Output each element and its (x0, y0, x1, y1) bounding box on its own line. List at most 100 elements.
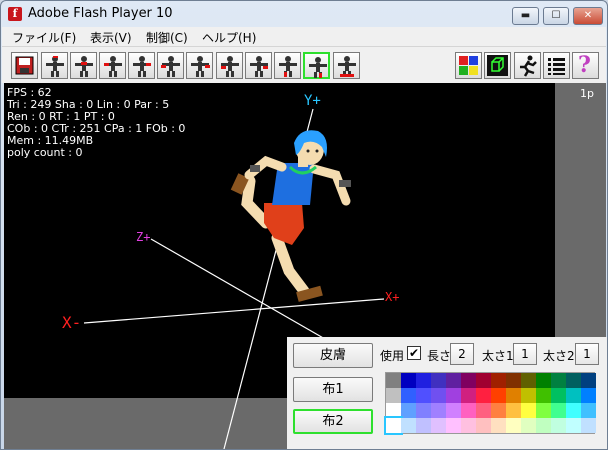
close-button[interactable]: ✕ (573, 7, 603, 25)
pose-button-7[interactable] (216, 52, 243, 79)
palette-swatch[interactable] (536, 418, 551, 433)
palette-swatch[interactable] (521, 388, 536, 403)
palette-swatch[interactable] (536, 403, 551, 418)
cloth2-button[interactable]: 布2 (293, 409, 373, 434)
pose-button-9[interactable] (274, 52, 301, 79)
page-label: 1p (580, 87, 594, 100)
palette-swatch[interactable] (506, 388, 521, 403)
minimize-button[interactable]: ▬ (512, 7, 539, 25)
length-value[interactable]: 2 (450, 343, 474, 365)
palette-swatch[interactable] (476, 388, 491, 403)
palette-swatch[interactable] (536, 388, 551, 403)
width1-value[interactable]: 1 (513, 343, 537, 365)
color-grid-button[interactable] (455, 52, 482, 79)
pose-button-11[interactable] (333, 52, 360, 79)
palette-swatch[interactable] (566, 388, 581, 403)
palette-swatch[interactable] (491, 388, 506, 403)
palette-swatch[interactable] (551, 373, 566, 388)
palette-swatch[interactable] (566, 403, 581, 418)
palette-swatch[interactable] (566, 418, 581, 433)
palette-swatch[interactable] (431, 418, 446, 433)
palette-swatch[interactable] (461, 403, 476, 418)
x-axis-line (83, 298, 385, 324)
palette-swatch[interactable] (431, 373, 446, 388)
animation-button[interactable] (514, 52, 541, 79)
color-grid-icon (459, 56, 478, 75)
palette-swatch[interactable] (476, 373, 491, 388)
list-icon (548, 58, 565, 75)
skin-button[interactable]: 皮膚 (293, 343, 373, 368)
use-checkbox[interactable]: ✔ (407, 346, 421, 360)
pose-button-10[interactable] (303, 52, 330, 79)
palette-swatch[interactable] (401, 418, 416, 433)
palette-swatch[interactable] (446, 388, 461, 403)
width2-value[interactable]: 1 (575, 343, 599, 365)
palette-swatch[interactable] (401, 388, 416, 403)
palette-swatch[interactable] (416, 403, 431, 418)
palette-swatch[interactable] (431, 403, 446, 418)
menu-help[interactable]: ヘルプ(H) (202, 29, 256, 46)
list-button[interactable] (543, 52, 570, 79)
palette-swatch[interactable] (521, 373, 536, 388)
cube-button[interactable] (484, 52, 511, 79)
palette-swatch[interactable] (491, 373, 506, 388)
pose-button-8[interactable] (245, 52, 272, 79)
palette-swatch[interactable] (506, 373, 521, 388)
palette-swatch[interactable] (476, 403, 491, 418)
palette-swatch[interactable] (386, 373, 401, 388)
palette-swatch[interactable] (536, 373, 551, 388)
palette-swatch[interactable] (581, 403, 596, 418)
palette-swatch[interactable] (551, 418, 566, 433)
palette-swatch[interactable] (401, 403, 416, 418)
pose-button-2[interactable] (70, 52, 97, 79)
palette-swatch[interactable] (566, 373, 581, 388)
app-window: f Adobe Flash Player 10 ▬ ☐ ✕ ファイル(F) 表示… (0, 0, 608, 450)
palette-swatch[interactable] (581, 388, 596, 403)
save-button[interactable] (11, 52, 38, 79)
palette-swatch[interactable] (431, 388, 446, 403)
menu-view[interactable]: 表示(V) (90, 29, 132, 46)
palette-swatch[interactable] (416, 388, 431, 403)
maximize-button[interactable]: ☐ (543, 7, 569, 25)
palette-swatch[interactable] (386, 403, 401, 418)
palette-swatch[interactable] (416, 373, 431, 388)
pose-button-5[interactable] (157, 52, 184, 79)
palette-swatch[interactable] (461, 418, 476, 433)
palette-swatch[interactable] (551, 403, 566, 418)
title-bar[interactable]: f Adobe Flash Player 10 ▬ ☐ ✕ (1, 1, 607, 27)
save-icon (15, 56, 34, 75)
palette-swatch[interactable] (384, 416, 403, 435)
x-minus-label: X- (62, 313, 82, 332)
pose-button-1[interactable] (41, 52, 68, 79)
palette-swatch[interactable] (521, 403, 536, 418)
palette-swatch[interactable] (446, 373, 461, 388)
palette-swatch[interactable] (551, 388, 566, 403)
palette-swatch[interactable] (416, 418, 431, 433)
palette-swatch[interactable] (446, 403, 461, 418)
palette-swatch[interactable] (491, 403, 506, 418)
palette-swatch[interactable] (461, 373, 476, 388)
menu-control[interactable]: 制御(C) (146, 29, 188, 46)
color-palette[interactable] (384, 372, 596, 435)
palette-swatch[interactable] (476, 418, 491, 433)
pose-button-4[interactable] (128, 52, 155, 79)
menu-file[interactable]: ファイル(F) (12, 29, 76, 46)
palette-swatch[interactable] (491, 418, 506, 433)
cloth1-button[interactable]: 布1 (293, 377, 373, 402)
z-plus-label: Z+ (136, 230, 151, 244)
palette-swatch[interactable] (506, 403, 521, 418)
palette-swatch[interactable] (401, 373, 416, 388)
palette-swatch[interactable] (386, 388, 401, 403)
pose-button-3[interactable] (99, 52, 126, 79)
palette-swatch[interactable] (581, 373, 596, 388)
pose-button-6[interactable] (186, 52, 213, 79)
palette-swatch[interactable] (521, 418, 536, 433)
palette-swatch[interactable] (581, 418, 596, 433)
palette-swatch[interactable] (446, 418, 461, 433)
palette-swatch[interactable] (461, 388, 476, 403)
help-button[interactable]: ? (572, 52, 599, 79)
palette-swatch[interactable] (506, 418, 521, 433)
window-title: Adobe Flash Player 10 (28, 6, 173, 21)
character-figure[interactable] (230, 130, 351, 302)
toolbar: ? (2, 47, 606, 83)
